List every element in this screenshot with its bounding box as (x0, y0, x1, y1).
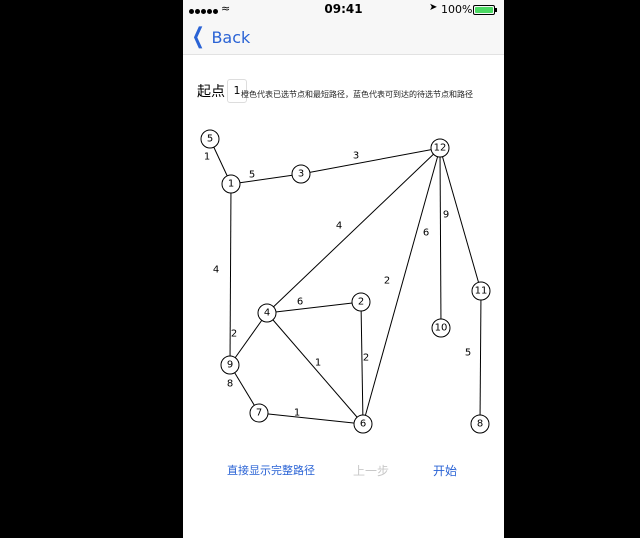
previous-step-button[interactable]: 上一步 (353, 462, 389, 479)
edge-weight-label: 1 (294, 408, 300, 419)
node-label: 6 (360, 419, 366, 430)
edge-weight-label: 6 (297, 297, 303, 308)
node-label: 3 (298, 169, 304, 180)
edge-line (258, 412, 364, 425)
node-label: 10 (435, 323, 448, 334)
graph-node-8[interactable]: 8 (470, 414, 490, 434)
edge-line (230, 173, 302, 185)
graph-node-3[interactable]: 3 (291, 164, 311, 184)
edge-line (479, 290, 482, 425)
graph-edge (258, 412, 364, 425)
node-label: 11 (475, 286, 488, 297)
graph-edge (230, 173, 302, 185)
graph-node-11[interactable]: 11 (471, 281, 491, 301)
edge-weight-label: 1 (315, 358, 321, 369)
graph-edge (300, 147, 441, 175)
node-label: 5 (207, 134, 213, 145)
graph-node-5[interactable]: 5 (200, 129, 220, 149)
graph-edge (362, 147, 441, 425)
graph-canvas: 15344692621 2815 123456789101112 (200, 129, 491, 434)
edge-weight-label: 2 (384, 276, 390, 287)
edge-weight-label: 4 (213, 265, 219, 276)
node-label: 2 (358, 297, 364, 308)
edge-weight-label: 1 (204, 152, 210, 163)
node-label: 1 (228, 179, 234, 190)
node-label: 7 (256, 408, 262, 419)
graph-edge (439, 147, 442, 329)
edge-line (439, 147, 442, 329)
phone-screen: ≈ 09:41 ➤ 100% ❮ Back 起点 1 橙色代表已选节点和最短路径… (183, 0, 504, 538)
graph-node-2[interactable]: 2 (351, 292, 371, 312)
show-full-path-button[interactable]: 直接显示完整路径 (227, 462, 315, 478)
graph-node-12[interactable]: 12 (430, 138, 450, 158)
edge-weight-label: 8 (227, 379, 233, 390)
edge-weight-label: 4 (336, 221, 342, 232)
edge-line (300, 147, 441, 175)
start-button[interactable]: 开始 (433, 462, 457, 479)
graph-edge (479, 290, 482, 425)
graph-node-10[interactable]: 10 (431, 318, 451, 338)
node-label: 4 (264, 308, 270, 319)
graph-edge (266, 301, 362, 314)
edge-weight-label: 5 (249, 170, 255, 181)
node-label: 12 (434, 143, 447, 154)
graph-node-1[interactable]: 1 (221, 174, 241, 194)
edge-line (362, 147, 441, 425)
edge-weight-label: 5 (465, 348, 471, 359)
graph-edge (266, 312, 364, 425)
edge-weight-label: 2 (231, 329, 237, 340)
node-label: 8 (477, 419, 483, 430)
graph-node-9[interactable]: 9 (220, 355, 240, 375)
edge-weight-label: 2 (363, 353, 369, 364)
edge-weight-label: 6 (423, 228, 429, 239)
graph-node-4[interactable]: 4 (257, 303, 277, 323)
edge-line (266, 312, 364, 425)
edge-weight-label: 3 (353, 151, 359, 162)
edge-weight-label: 9 (443, 210, 449, 221)
graph-node-7[interactable]: 7 (249, 403, 269, 423)
node-label: 9 (227, 360, 233, 371)
bottom-toolbar: 直接显示完整路径 上一步 开始 (183, 462, 504, 482)
edge-line (266, 301, 362, 314)
graph-node-6[interactable]: 6 (353, 414, 373, 434)
